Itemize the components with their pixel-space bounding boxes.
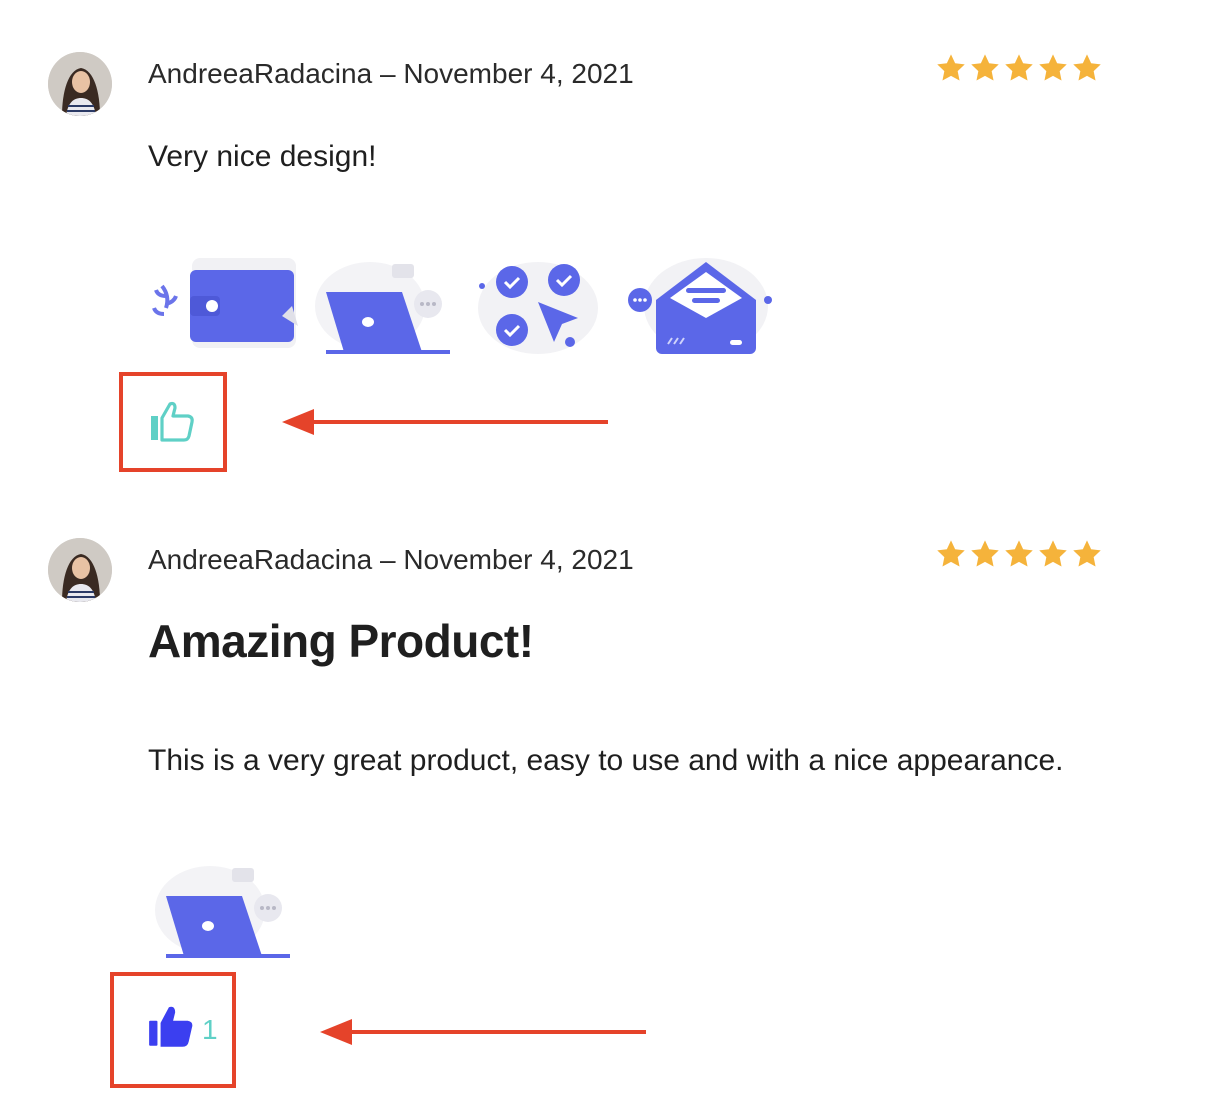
review-item: AndreeaRadacina – November 4, 2021 Very … [0, 0, 1210, 480]
review-meta: AndreeaRadacina – November 4, 2021 [148, 58, 634, 90]
envelope-illustration[interactable] [626, 256, 776, 356]
review-meta: AndreeaRadacina – November 4, 2021 [148, 544, 634, 576]
laptop-illustration[interactable] [150, 860, 300, 960]
highlight-box [119, 372, 227, 472]
author-name: AndreeaRadacina [148, 58, 373, 89]
review-date: November 4, 2021 [403, 544, 634, 575]
review-attachments [152, 256, 776, 356]
star-icon [1037, 538, 1069, 570]
star-icon [1003, 52, 1035, 84]
review-text: Very nice design! [148, 140, 377, 173]
annotation-arrow [282, 409, 608, 435]
author-name: AndreeaRadacina [148, 544, 373, 575]
wallet-illustration[interactable] [152, 256, 302, 356]
laptop-illustration[interactable] [310, 256, 460, 356]
star-icon [1071, 52, 1103, 84]
checkmarks-illustration[interactable] [468, 256, 618, 356]
avatar [48, 52, 112, 116]
star-icon [1003, 538, 1035, 570]
annotation-arrow [320, 1019, 646, 1045]
star-rating [935, 538, 1103, 570]
review-title: Amazing Product! [148, 615, 534, 667]
review-item: AndreeaRadacina – November 4, 2021 Amazi… [0, 486, 1210, 1118]
star-icon [1037, 52, 1069, 84]
star-icon [935, 52, 967, 84]
highlight-box [110, 972, 236, 1088]
review-text: This is a very great product, easy to us… [148, 744, 1064, 777]
star-rating [935, 52, 1103, 84]
avatar [48, 538, 112, 602]
star-icon [969, 52, 1001, 84]
star-icon [969, 538, 1001, 570]
meta-separator: – [379, 58, 396, 89]
review-date: November 4, 2021 [403, 58, 634, 89]
star-icon [935, 538, 967, 570]
meta-separator: – [379, 544, 396, 575]
review-attachments [150, 860, 300, 960]
star-icon [1071, 538, 1103, 570]
